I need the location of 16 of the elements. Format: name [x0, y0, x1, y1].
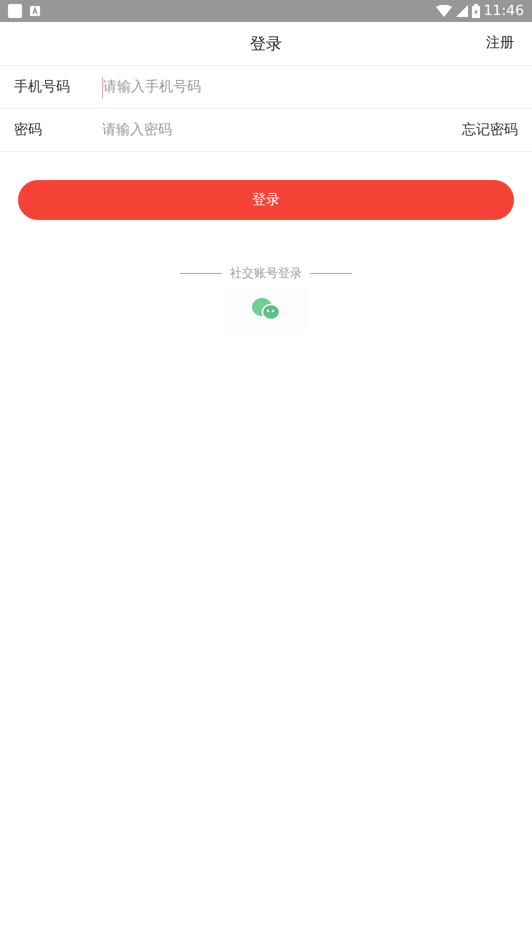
social-login-title: 社交账号登录 — [230, 265, 302, 282]
wifi-icon — [436, 5, 452, 17]
notification-icon — [8, 4, 22, 18]
input-field[interactable]: 请输入密码 — [102, 120, 462, 140]
signal-icon — [456, 5, 468, 17]
login-button[interactable]: 登录 — [18, 180, 514, 220]
field-label: 手机号码 — [14, 78, 71, 96]
a-icon — [30, 6, 40, 16]
page-title: 登录 — [250, 32, 282, 54]
battery-icon — [472, 4, 480, 18]
input-field[interactable]: 请输入手机号码 — [102, 76, 518, 98]
register-link[interactable]: 注册 — [486, 33, 514, 54]
field-label: 密码 — [14, 120, 43, 140]
forgot-password-link[interactable]: 忘记密码 — [462, 120, 518, 140]
chat-bubbles-icon — [252, 298, 280, 320]
clock-time: 11:46 — [484, 2, 524, 20]
